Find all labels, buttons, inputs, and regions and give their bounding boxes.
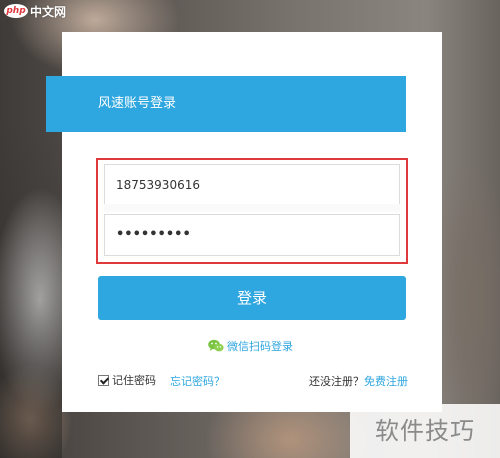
login-header: 风速账号登录 bbox=[46, 76, 406, 132]
remember-label: 记住密码 bbox=[112, 374, 156, 387]
site-logo[interactable]: php 中文网 bbox=[4, 2, 66, 20]
wechat-login-link[interactable]: 微信扫码登录 bbox=[208, 338, 293, 354]
php-logo-badge: php bbox=[4, 4, 28, 18]
wechat-login-label: 微信扫码登录 bbox=[227, 340, 293, 353]
login-button[interactable]: 登录 bbox=[98, 276, 406, 320]
site-logo-text: 中文网 bbox=[30, 4, 67, 19]
login-card: 风速账号登录 18753930616 ••••••••• 登录 微信扫码登录 记… bbox=[46, 32, 442, 412]
remember-checkbox[interactable] bbox=[98, 374, 109, 386]
remember-password[interactable]: 记住密码 bbox=[98, 372, 156, 388]
field-divider bbox=[104, 204, 400, 212]
watermark: 软件技巧 bbox=[350, 404, 500, 458]
password-input[interactable]: ••••••••• bbox=[104, 214, 400, 256]
wechat-icon bbox=[208, 339, 224, 352]
forgot-password-link[interactable]: 忘记密码？ bbox=[170, 373, 225, 389]
background-shade bbox=[0, 120, 62, 458]
register-link[interactable]: 免费注册 bbox=[364, 375, 408, 388]
register-prompt: 还没注册？免费注册 bbox=[309, 373, 408, 389]
login-footer: 记住密码 忘记密码？ 还没注册？免费注册 bbox=[98, 372, 408, 388]
no-account-label: 还没注册？ bbox=[309, 375, 364, 388]
credentials-highlight-box: 18753930616 ••••••••• bbox=[96, 158, 408, 264]
phone-input[interactable]: 18753930616 bbox=[104, 164, 400, 206]
